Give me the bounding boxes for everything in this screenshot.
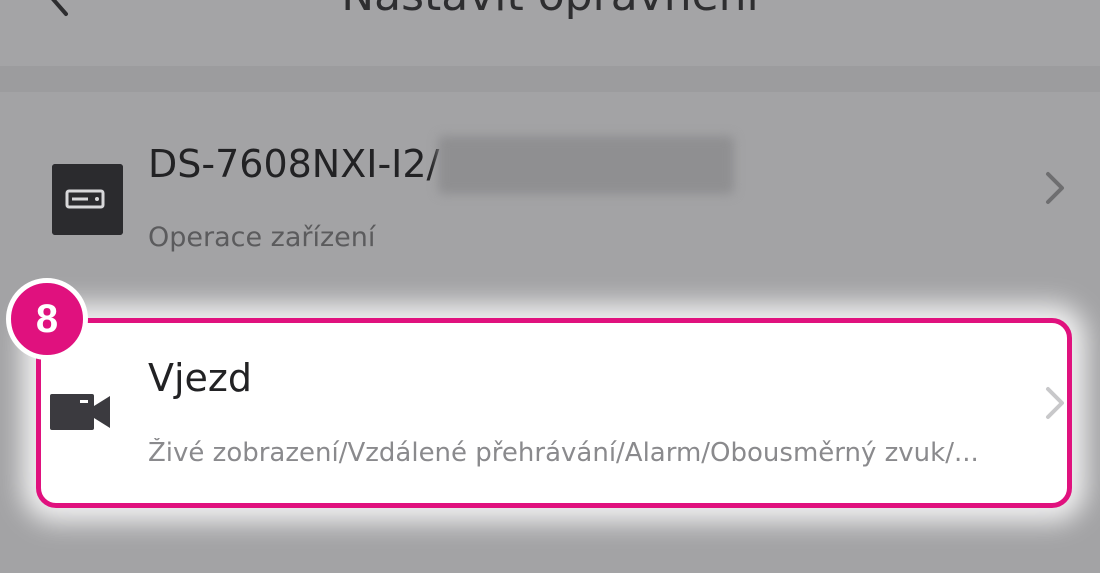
- device-name: DS-7608NXI-I2/: [148, 142, 440, 186]
- chevron-right-icon[interactable]: [1042, 168, 1068, 208]
- nvr-device-icon: [52, 164, 123, 235]
- chevron-right-icon[interactable]: [1042, 383, 1068, 423]
- channel-permissions: Živé zobrazení/Vzdálené přehrávání/Alarm…: [148, 438, 979, 468]
- video-camera-icon: [50, 394, 110, 430]
- step-number-badge: 8: [6, 278, 88, 360]
- redacted-serial: [438, 136, 734, 194]
- channel-name: Vjezd: [148, 356, 252, 400]
- page-title: Nastavit oprávnění: [0, 0, 1100, 21]
- device-subtitle: Operace zařízení: [148, 222, 376, 253]
- channel-row[interactable]: [36, 318, 1072, 508]
- header-bar: Nastavit oprávnění: [0, 0, 1100, 66]
- section-divider: [0, 66, 1100, 92]
